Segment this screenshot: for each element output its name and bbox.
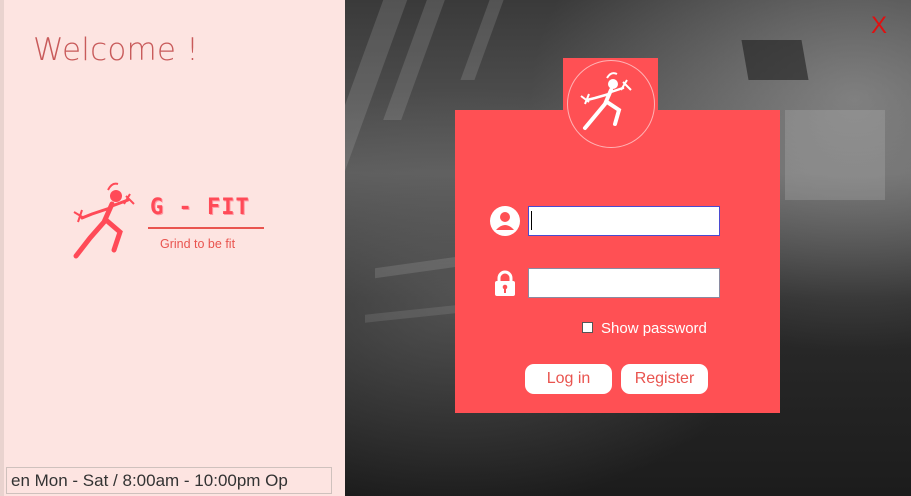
password-field[interactable]	[528, 268, 720, 298]
lock-icon	[495, 270, 515, 296]
brand-panel: Welcome ! G - FIT Grind to be fit en Mon…	[0, 0, 345, 496]
login-card	[455, 110, 780, 413]
close-button[interactable]: X	[871, 12, 887, 40]
username-field[interactable]	[528, 206, 720, 236]
show-password-label[interactable]: Show password	[601, 320, 707, 337]
show-password-checkbox[interactable]	[582, 322, 593, 333]
runner-dumbbells-icon	[73, 182, 135, 259]
brand-divider	[148, 227, 264, 229]
user-icon	[490, 206, 520, 236]
panel-edge	[0, 0, 4, 496]
opening-hours-ticker: en Mon - Sat / 8:00am - 10:00pm Op	[6, 467, 332, 494]
welcome-heading: Welcome !	[33, 32, 199, 68]
brand-tagline: Grind to be fit	[160, 237, 236, 251]
register-button[interactable]: Register	[621, 364, 708, 394]
runner-dumbbells-icon	[580, 72, 632, 130]
text-caret	[531, 211, 532, 230]
login-button[interactable]: Log in	[525, 364, 612, 394]
brand-name: G - FIT	[150, 195, 250, 220]
